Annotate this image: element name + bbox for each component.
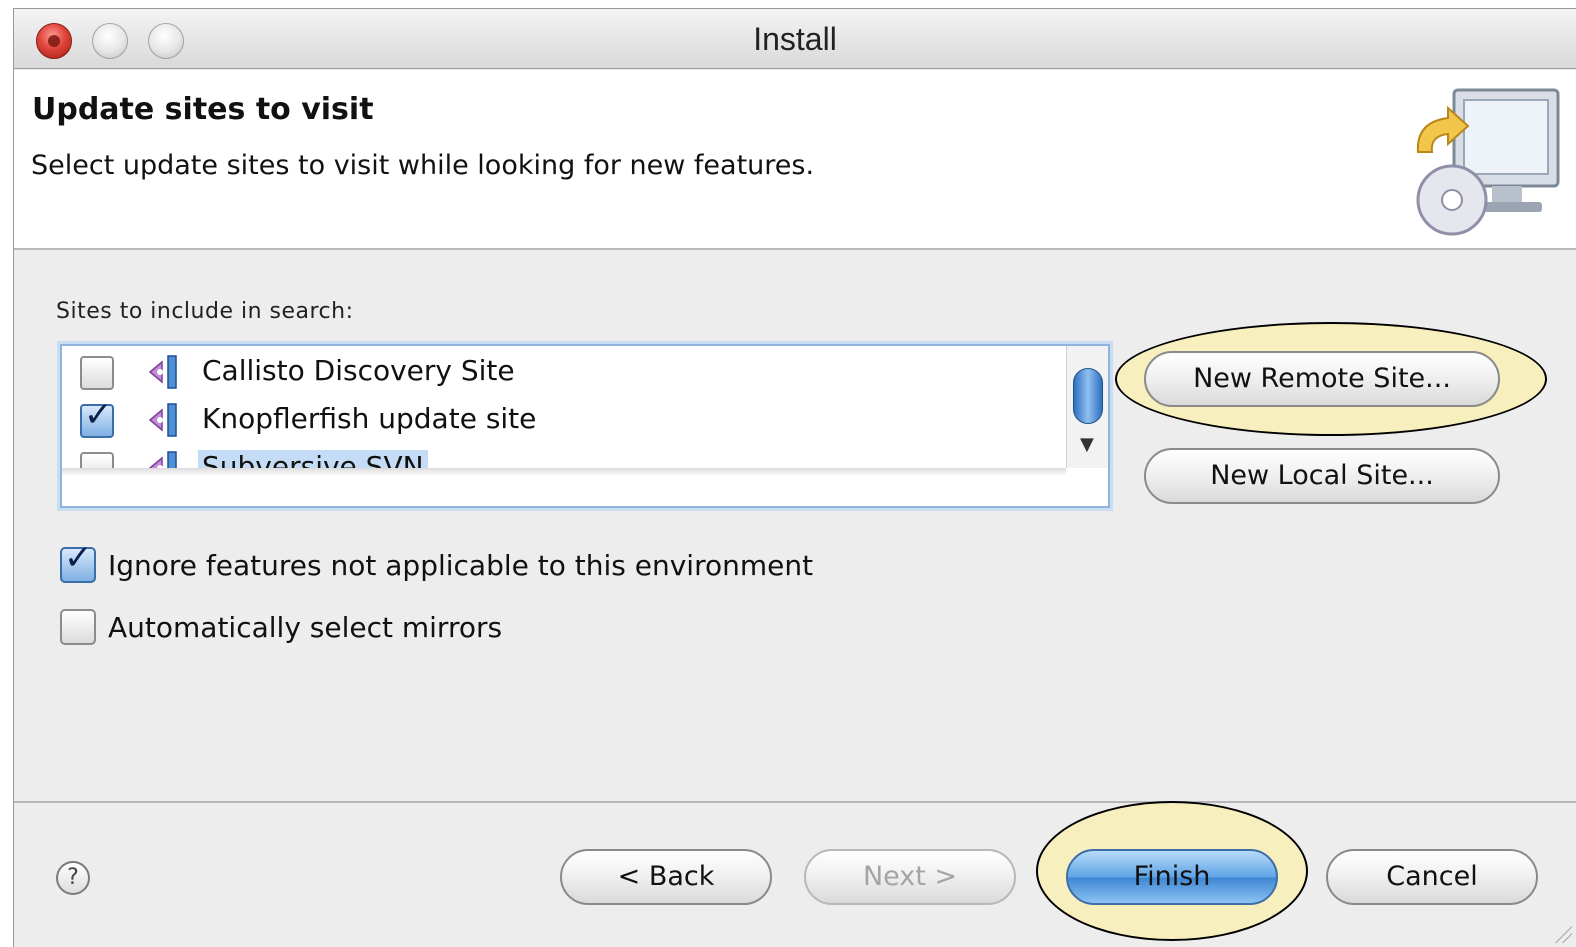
page-description: Select update sites to visit while looki… xyxy=(31,150,815,181)
install-wizard-icon xyxy=(1416,88,1560,236)
page-title: Update sites to visit xyxy=(32,92,374,127)
site-checkbox[interactable] xyxy=(80,356,114,390)
footer-divider xyxy=(14,801,1576,803)
list-item[interactable]: Callisto Discovery Site xyxy=(62,348,1066,396)
ignore-features-checkbox[interactable]: ✓ xyxy=(60,541,96,583)
title-bar: Install xyxy=(14,9,1576,69)
auto-mirrors-checkbox[interactable] xyxy=(60,609,96,645)
horizontal-scrollbar[interactable] xyxy=(62,468,1066,476)
install-dialog: Install Update sites to visit Select upd… xyxy=(13,8,1576,947)
auto-mirrors-label: Automatically select mirrors xyxy=(108,611,503,644)
list-item[interactable]: ✓ Knopflerfish update site xyxy=(62,396,1066,444)
scrollbar-thumb[interactable] xyxy=(1073,368,1103,424)
back-button[interactable]: < Back xyxy=(560,849,772,905)
vertical-scrollbar[interactable]: ▼ xyxy=(1066,346,1108,468)
update-site-icon xyxy=(148,403,177,437)
next-button[interactable]: Next > xyxy=(804,849,1016,905)
sites-label: Sites to include in search: xyxy=(56,299,354,324)
site-name-selected: Subversive SVN xyxy=(198,450,428,468)
checkmark-icon: ✓ xyxy=(84,395,113,435)
site-name: Callisto Discovery Site xyxy=(202,354,515,387)
update-site-icon xyxy=(148,355,177,389)
finish-button[interactable]: Finish xyxy=(1066,849,1278,905)
site-name: Knopflerfish update site xyxy=(202,402,537,435)
site-checkbox[interactable]: ✓ xyxy=(80,398,114,438)
checkmark-icon: ✓ xyxy=(64,538,93,578)
update-site-icon xyxy=(148,451,177,468)
resize-grip-icon[interactable] xyxy=(1550,921,1572,943)
site-checkbox[interactable] xyxy=(80,452,114,468)
list-item[interactable]: Subversive SVN xyxy=(62,444,1066,468)
ignore-features-label: Ignore features not applicable to this e… xyxy=(108,549,814,582)
wizard-header: Update sites to visit Select update site… xyxy=(14,70,1576,250)
update-sites-rows: Callisto Discovery Site ✓ Knopflerfish u… xyxy=(62,346,1066,468)
cancel-button[interactable]: Cancel xyxy=(1326,849,1538,905)
scroll-down-arrow-icon[interactable]: ▼ xyxy=(1080,434,1094,455)
new-remote-site-button[interactable]: New Remote Site... xyxy=(1144,351,1500,407)
window-title: Install xyxy=(753,21,837,57)
new-local-site-button[interactable]: New Local Site... xyxy=(1144,448,1500,504)
help-icon[interactable]: ? xyxy=(56,861,90,895)
update-sites-list[interactable]: Callisto Discovery Site ✓ Knopflerfish u… xyxy=(60,344,1110,508)
